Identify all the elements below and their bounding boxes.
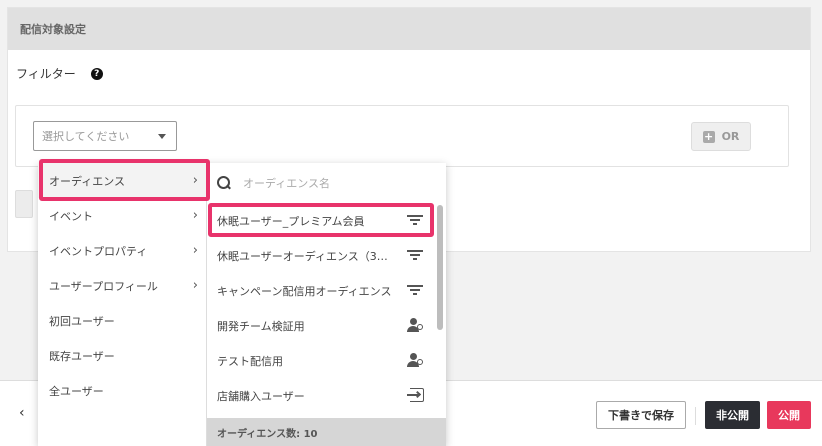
chevron-right-icon: ›: [192, 278, 198, 293]
filter-label: フィルター ?: [16, 65, 103, 82]
category-label: ユーザープロフィール: [49, 279, 158, 293]
audience-label: テスト配信用: [217, 354, 283, 368]
audience-item[interactable]: 店舗購入ユーザー: [207, 378, 433, 413]
category-list: オーディエンス › イベント › イベントプロパティ › ユーザープロフィール …: [38, 163, 207, 446]
audience-item[interactable]: 休眠ユーザーオーディエンス（3か月）: [207, 238, 433, 273]
person-search-icon: [407, 353, 425, 367]
login-icon: [407, 388, 425, 402]
category-item-event[interactable]: イベント ›: [38, 198, 206, 233]
private-button[interactable]: 非公開: [705, 401, 760, 429]
help-icon[interactable]: ?: [90, 67, 103, 80]
highlight-audience-premium: [208, 203, 434, 237]
category-item-user-profile[interactable]: ユーザープロフィール ›: [38, 268, 206, 303]
save-draft-button[interactable]: 下書きで保存: [596, 401, 686, 429]
filter-icon: [407, 248, 425, 262]
category-item-event-property[interactable]: イベントプロパティ ›: [38, 233, 206, 268]
person-search-icon: [407, 318, 425, 332]
audience-item[interactable]: キャンペーン配信用オーディエンス: [207, 273, 433, 308]
and-button-partial[interactable]: [15, 190, 33, 218]
audience-item[interactable]: 開発チーム検証用: [207, 308, 433, 343]
audience-search-input[interactable]: [243, 176, 423, 190]
caret-down-icon: [158, 134, 166, 139]
audience-count: オーディエンス数: 10: [207, 418, 446, 446]
category-item-first-time-users[interactable]: 初回ユーザー: [38, 303, 206, 338]
plus-icon: +: [702, 129, 715, 143]
category-label: 初回ユーザー: [49, 314, 115, 328]
category-label: イベントプロパティ: [49, 244, 148, 258]
select-placeholder: 選択してください: [42, 130, 130, 143]
category-item-existing-users[interactable]: 既存ユーザー: [38, 338, 206, 373]
back-chevron-icon[interactable]: ‹: [19, 405, 25, 421]
publish-button[interactable]: 公開: [767, 401, 811, 429]
highlight-category-audience: [39, 159, 210, 201]
search-icon: [217, 176, 231, 190]
chevron-right-icon: ›: [192, 208, 198, 223]
filter-select[interactable]: 選択してください: [33, 121, 177, 151]
audience-label: キャンペーン配信用オーディエンス: [217, 284, 392, 298]
audience-label: 店舗購入ユーザー: [217, 389, 305, 403]
audience-label: 開発チーム検証用: [217, 319, 305, 333]
category-label: 全ユーザー: [49, 384, 104, 398]
filter-icon: [407, 283, 425, 297]
divider: [695, 407, 696, 425]
chevron-right-icon: ›: [192, 243, 198, 258]
or-button-label: OR: [721, 130, 740, 143]
audience-search: [207, 163, 446, 203]
card-title: 配信対象設定: [8, 8, 810, 50]
audience-label: 休眠ユーザーオーディエンス（3か月）: [217, 249, 395, 263]
filter-box: 選択してください + OR: [15, 105, 789, 167]
category-label: イベント: [49, 209, 93, 223]
scrollbar[interactable]: [437, 205, 443, 330]
audience-item[interactable]: テスト配信用: [207, 343, 433, 378]
category-item-all-users[interactable]: 全ユーザー: [38, 373, 206, 408]
or-button[interactable]: + OR: [691, 122, 751, 151]
category-label: 既存ユーザー: [49, 349, 115, 363]
filter-label-text: フィルター: [16, 67, 76, 81]
